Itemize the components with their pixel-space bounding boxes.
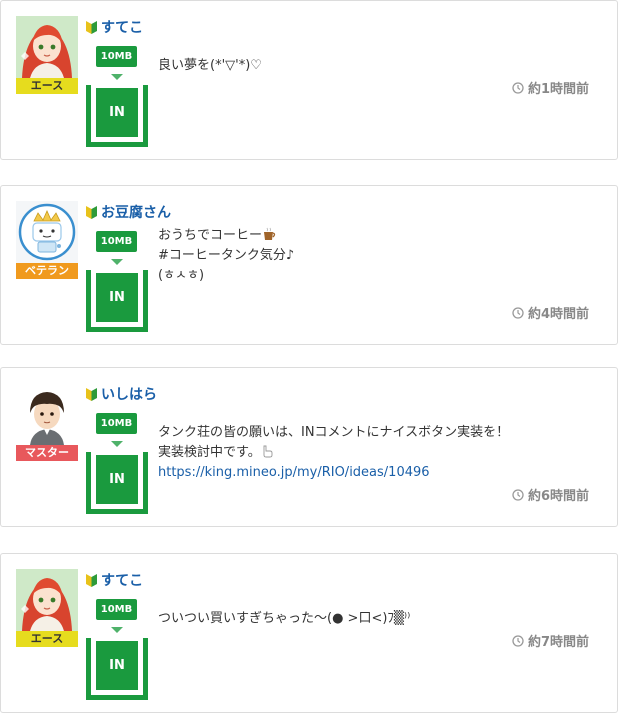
post-card: エース すてこ 10MB IN ついつい買いすぎちゃった〜(● >口<)ﾌ▒⁾⁾… bbox=[0, 553, 618, 713]
clock-icon bbox=[512, 306, 524, 319]
message-line: ついつい買いすぎちゃった〜(● >口<)ﾌ▒⁾⁾ bbox=[158, 611, 411, 626]
tank-label: IN bbox=[96, 273, 138, 322]
rank-badge: マスター bbox=[16, 445, 78, 461]
arrow-down-icon bbox=[111, 627, 123, 633]
timestamp-text: 約7時間前 bbox=[527, 635, 589, 650]
tank-icon: IN bbox=[86, 452, 148, 514]
timestamp-text: 約4時間前 bbox=[527, 307, 589, 322]
idea-link[interactable]: https://king.mineo.jp/my/RIO/ideas/10496 bbox=[158, 463, 598, 483]
tank-label: IN bbox=[96, 455, 138, 504]
avatar-block: エース bbox=[16, 16, 78, 94]
avatar-image bbox=[16, 201, 78, 263]
rank-badge: エース bbox=[16, 78, 78, 94]
avatar[interactable] bbox=[16, 383, 78, 445]
post-message: ついつい買いすぎちゃった〜(● >口<)ﾌ▒⁾⁾ bbox=[158, 609, 598, 629]
message-line: 実装検討中です。 bbox=[158, 443, 598, 463]
beginner-mark-icon bbox=[86, 206, 97, 219]
post-timestamp: 約1時間前 bbox=[512, 78, 589, 97]
avatar[interactable] bbox=[16, 201, 78, 263]
timestamp-text: 約1時間前 bbox=[527, 82, 589, 97]
post-card: ベテラン お豆腐さん 10MB IN おうちでコーヒー #コーヒータンク気分♪ … bbox=[0, 185, 618, 345]
avatar-image bbox=[16, 383, 78, 445]
gift-amount-badge: 10MB bbox=[96, 46, 137, 67]
avatar[interactable] bbox=[16, 569, 78, 631]
beginner-mark-icon bbox=[86, 21, 97, 34]
tank-label: IN bbox=[96, 88, 138, 137]
clock-icon bbox=[512, 488, 524, 501]
post-card: マスター いしはら 10MB IN タンク荘の皆の願いは、INコメントにナイスボ… bbox=[0, 367, 618, 527]
tank-label: IN bbox=[96, 641, 138, 690]
message-line-text: おうちでコーヒー bbox=[158, 228, 263, 243]
message-line: #コーヒータンク気分♪ bbox=[158, 248, 295, 263]
avatar-block: マスター bbox=[16, 383, 78, 461]
rank-badge: エース bbox=[16, 631, 78, 647]
tank-icon: IN bbox=[86, 85, 148, 147]
arrow-down-icon bbox=[111, 74, 123, 80]
username-link[interactable]: すてこ bbox=[101, 17, 143, 37]
post-timestamp: 約7時間前 bbox=[512, 631, 589, 650]
avatar-image bbox=[16, 16, 78, 78]
coffee-cup-icon bbox=[264, 227, 276, 240]
clock-icon bbox=[512, 634, 524, 647]
user-line: すてこ bbox=[86, 570, 143, 590]
gift-amount-badge: 10MB bbox=[96, 231, 137, 252]
message-line: おうちでコーヒー bbox=[158, 226, 598, 246]
post-message: 良い夢を(*'▽'*)♡ bbox=[158, 56, 598, 76]
post-message: おうちでコーヒー #コーヒータンク気分♪ (ㅎㅅㅎ) bbox=[158, 226, 598, 286]
clock-icon bbox=[512, 81, 524, 94]
username-link[interactable]: いしはら bbox=[101, 384, 157, 404]
post-card: エース すてこ 10MB IN 良い夢を(*'▽'*)♡ 約1時間前 bbox=[0, 0, 618, 160]
avatar[interactable] bbox=[16, 16, 78, 78]
post-timestamp: 約6時間前 bbox=[512, 485, 589, 504]
pointing-hand-icon bbox=[263, 445, 273, 458]
gift-amount-badge: 10MB bbox=[96, 413, 137, 434]
arrow-down-icon bbox=[111, 259, 123, 265]
avatar-image bbox=[16, 569, 78, 631]
username-link[interactable]: すてこ bbox=[101, 570, 143, 590]
gift-amount-badge: 10MB bbox=[96, 599, 137, 620]
user-line: お豆腐さん bbox=[86, 202, 171, 222]
avatar-block: ベテラン bbox=[16, 201, 78, 279]
message-line: 良い夢を(*'▽'*)♡ bbox=[158, 58, 262, 73]
beginner-mark-icon bbox=[86, 388, 97, 401]
arrow-down-icon bbox=[111, 441, 123, 447]
post-message: タンク荘の皆の願いは、INコメントにナイスボタン実装を！ 実装検討中です。 ht… bbox=[158, 423, 598, 483]
message-line-text: 実装検討中です。 bbox=[158, 445, 261, 460]
post-timestamp: 約4時間前 bbox=[512, 303, 589, 322]
username-link[interactable]: お豆腐さん bbox=[101, 202, 171, 222]
tank-icon: IN bbox=[86, 270, 148, 332]
beginner-mark-icon bbox=[86, 574, 97, 587]
message-line: タンク荘の皆の願いは、INコメントにナイスボタン実装を！ bbox=[158, 425, 510, 440]
user-line: すてこ bbox=[86, 17, 143, 37]
rank-badge: ベテラン bbox=[16, 263, 78, 279]
message-line: (ㅎㅅㅎ) bbox=[158, 268, 205, 283]
user-line: いしはら bbox=[86, 384, 157, 404]
avatar-block: エース bbox=[16, 569, 78, 647]
tank-icon: IN bbox=[86, 638, 148, 700]
timestamp-text: 約6時間前 bbox=[527, 489, 589, 504]
